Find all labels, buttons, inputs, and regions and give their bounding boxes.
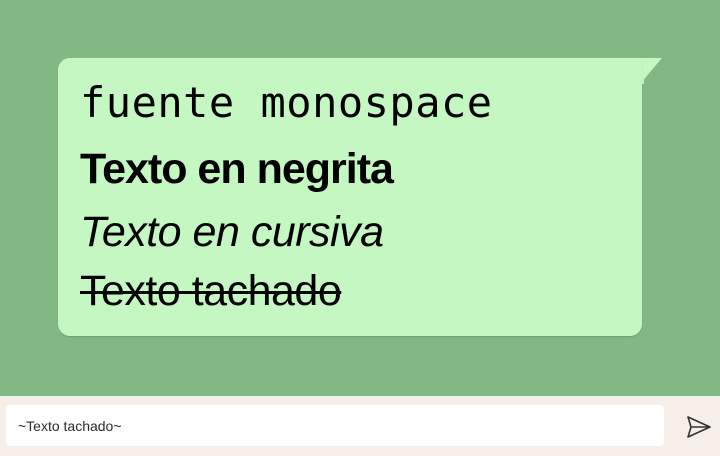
message-bubble-tail [640,58,662,84]
message-input-value: ~Texto tachado~ [18,417,122,434]
send-button[interactable] [682,410,716,444]
send-icon [687,416,711,438]
message-line-italic: Texto en cursiva [80,208,384,256]
message-line-strikethrough: Texto tachado [80,267,342,315]
message-input[interactable]: ~Texto tachado~ [6,405,664,446]
message-line-monospace: fuente monospace [80,78,493,127]
message-line-bold: Texto en negrita [80,145,394,193]
